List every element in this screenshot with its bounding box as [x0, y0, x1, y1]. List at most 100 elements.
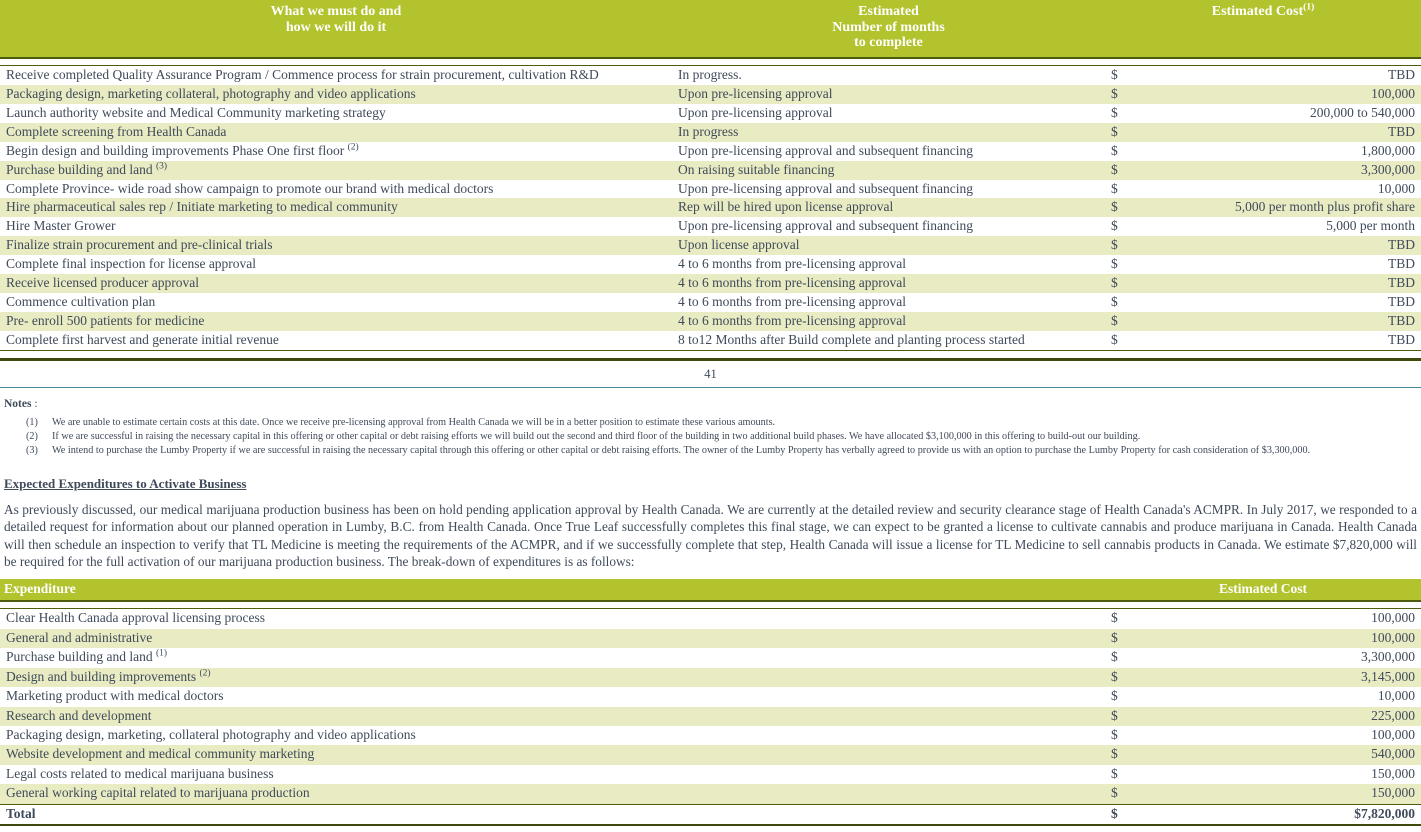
cell-task: Complete final inspection for license ap… [0, 255, 672, 275]
cell-expenditure-name-text: General working capital related to marij… [6, 785, 310, 801]
cell-dollar-sign: $ [1105, 293, 1145, 312]
cell-expenditure-name-text: Research and development [6, 707, 152, 723]
page-number: 41 [704, 366, 717, 381]
cell-cost: 100,000 [1145, 84, 1421, 104]
column-header-task-line2: how we will do it [285, 19, 387, 35]
cell-cost: 100,000 [1145, 628, 1421, 649]
notes-section: Notes : (1) We are unable to estimate ce… [0, 388, 1421, 458]
cell-task: Receive licensed producer approval [0, 274, 672, 294]
notes-title-colon: : [31, 397, 38, 410]
cell-dollar-sign: $ [1105, 84, 1145, 104]
cell-cost: 150,000 [1145, 764, 1421, 785]
cell-task-text: Complete final inspection for license ap… [6, 256, 257, 272]
cell-when: In progress. [672, 65, 1105, 85]
cell-expenditure-footnote: (2) [199, 668, 211, 679]
cell-task-text: Finalize strain procurement and pre-clin… [6, 237, 273, 253]
cell-cost: TBD [1145, 255, 1421, 275]
cell-task-text: Commence cultivation plan [6, 294, 156, 310]
note-item: (2) If we are successful in raising the … [26, 430, 1413, 444]
cell-expenditure-name-text: Design and building improvements [6, 668, 197, 684]
cell-task: Complete Province- wide road show campai… [0, 179, 672, 199]
table-row: Complete first harvest and generate init… [0, 330, 1421, 351]
cell-dollar-sign: $ [1105, 764, 1145, 785]
document-page: What we must do and how we will do it Es… [0, 0, 1421, 832]
cell-dollar-sign: $ [1105, 160, 1145, 180]
table-row: Marketing product with medical doctors $… [0, 687, 1421, 707]
milestones-table: What we must do and how we will do it Es… [0, 0, 1421, 361]
cell-expenditure-name-text: General and administrative [6, 629, 153, 645]
cell-dollar-sign: $ [1105, 141, 1145, 161]
cell-when: Upon pre-licensing approval [672, 103, 1105, 123]
cell-cost: 3,145,000 [1145, 667, 1421, 688]
note-marker: (1) [26, 416, 38, 428]
expenditure-table: Expenditure Estimated Cost Clear Health … [0, 579, 1421, 832]
note-marker: (3) [26, 445, 38, 456]
cell-cost: 100,000 [1145, 608, 1421, 629]
cell-expenditure-name: Legal costs related to medical marijuana… [0, 764, 1105, 785]
cell-task-footnote: (3) [155, 161, 168, 172]
cell-cost: 540,000 [1145, 745, 1421, 765]
cell-cost: 3,300,000 [1145, 648, 1421, 668]
cell-cost: TBD [1145, 122, 1421, 142]
column-header-months-line3: to complete [854, 35, 923, 51]
table-row: Complete final inspection for license ap… [0, 255, 1421, 275]
column-header-months: Estimated Number of months to complete [672, 0, 1105, 59]
section-heading: Expected Expenditures to Activate Busine… [4, 476, 247, 492]
cell-expenditure-name: Website development and medical communit… [0, 745, 1105, 765]
cell-dollar-sign: $ [1105, 274, 1145, 294]
notes-list: (1) We are unable to estimate certain co… [4, 416, 1413, 458]
table-row: General working capital related to marij… [0, 784, 1421, 805]
cell-expenditure-name: Purchase building and land (1) [0, 648, 1105, 668]
cell-cost: 225,000 [1145, 706, 1421, 727]
cell-task-text: Packaging design, marketing collateral, … [6, 85, 416, 101]
cell-task: Launch authority website and Medical Com… [0, 103, 672, 123]
cell-task-text: Purchase building and land [6, 161, 153, 177]
cell-dollar-sign: $ [1105, 179, 1145, 199]
cell-cost: 5,000 per month [1145, 217, 1421, 237]
cell-dollar-sign: $ [1105, 745, 1145, 765]
cell-expenditure-name-text: Purchase building and land [6, 649, 153, 665]
cell-task-text: Pre- enroll 500 patients for medicine [6, 313, 205, 328]
note-item: (3) We intend to purchase the Lumby Prop… [26, 444, 1413, 458]
column-header-task-line1: What we must do and [270, 4, 402, 19]
note-marker: (2) [26, 430, 38, 442]
cell-dollar-sign: $ [1105, 784, 1145, 805]
cell-expenditure-name-text: Marketing product with medical doctors [6, 688, 224, 704]
cell-task: Hire Master Grower [0, 217, 672, 237]
table-row-total: Total $ $7,820,000 [0, 803, 1421, 826]
cell-task: Complete screening from Health Canada [0, 122, 672, 142]
cell-task-text: Hire Master Grower [6, 218, 116, 234]
cell-cost: 100,000 [1145, 726, 1421, 746]
notes-title-label: Notes [4, 397, 32, 410]
cell-when: In progress [672, 122, 1105, 142]
table-row: Research and development $ 225,000 [0, 706, 1421, 727]
cell-task: Hire pharmaceutical sales rep / Initiate… [0, 198, 672, 218]
table-row: General and administrative $ 100,000 [0, 628, 1421, 649]
section-paragraph: As previously discussed, our medical mar… [4, 502, 1417, 569]
cell-task-text: Receive licensed producer approval [6, 275, 200, 291]
header-separator-rule [0, 57, 1421, 66]
milestones-table-bottom-rule [0, 349, 1421, 361]
cell-task-text: Complete screening from Health Canada [6, 123, 227, 139]
table-row: Hire Master Grower Upon pre-licensing ap… [0, 217, 1421, 237]
cell-cost: 1,800,000 [1145, 141, 1421, 161]
cell-task-text: Complete first harvest and generate init… [6, 331, 279, 347]
table-row: Packaging design, marketing, collateral … [0, 726, 1421, 746]
cell-task-text: Begin design and building improvements P… [6, 142, 345, 158]
column-header-task: What we must do and how we will do it [0, 0, 672, 59]
cell-when: 4 to 6 months from pre-licensing approva… [672, 312, 1105, 331]
cell-cost: TBD [1145, 274, 1421, 294]
cell-task-text: Receive completed Quality Assurance Prog… [6, 67, 599, 83]
cell-dollar-sign: $ [1105, 217, 1145, 237]
cell-dollar-sign: $ [1105, 236, 1145, 256]
cell-task-text: Complete Province- wide road show campai… [6, 180, 494, 196]
cell-when: Upon pre-licensing approval and subseque… [672, 141, 1105, 161]
cell-cost: TBD [1145, 312, 1421, 331]
cell-task: Complete first harvest and generate init… [0, 330, 672, 351]
cell-task: Pre- enroll 500 patients for medicine [0, 312, 672, 331]
cell-cost: TBD [1145, 330, 1421, 351]
cell-expenditure-name: Clear Health Canada approval licensing p… [0, 608, 1105, 629]
cell-when: 8 to12 Months after Build complete and p… [672, 330, 1105, 351]
cell-expenditure-name: General and administrative [0, 628, 1105, 649]
cell-when: 4 to 6 months from pre-licensing approva… [672, 274, 1105, 294]
